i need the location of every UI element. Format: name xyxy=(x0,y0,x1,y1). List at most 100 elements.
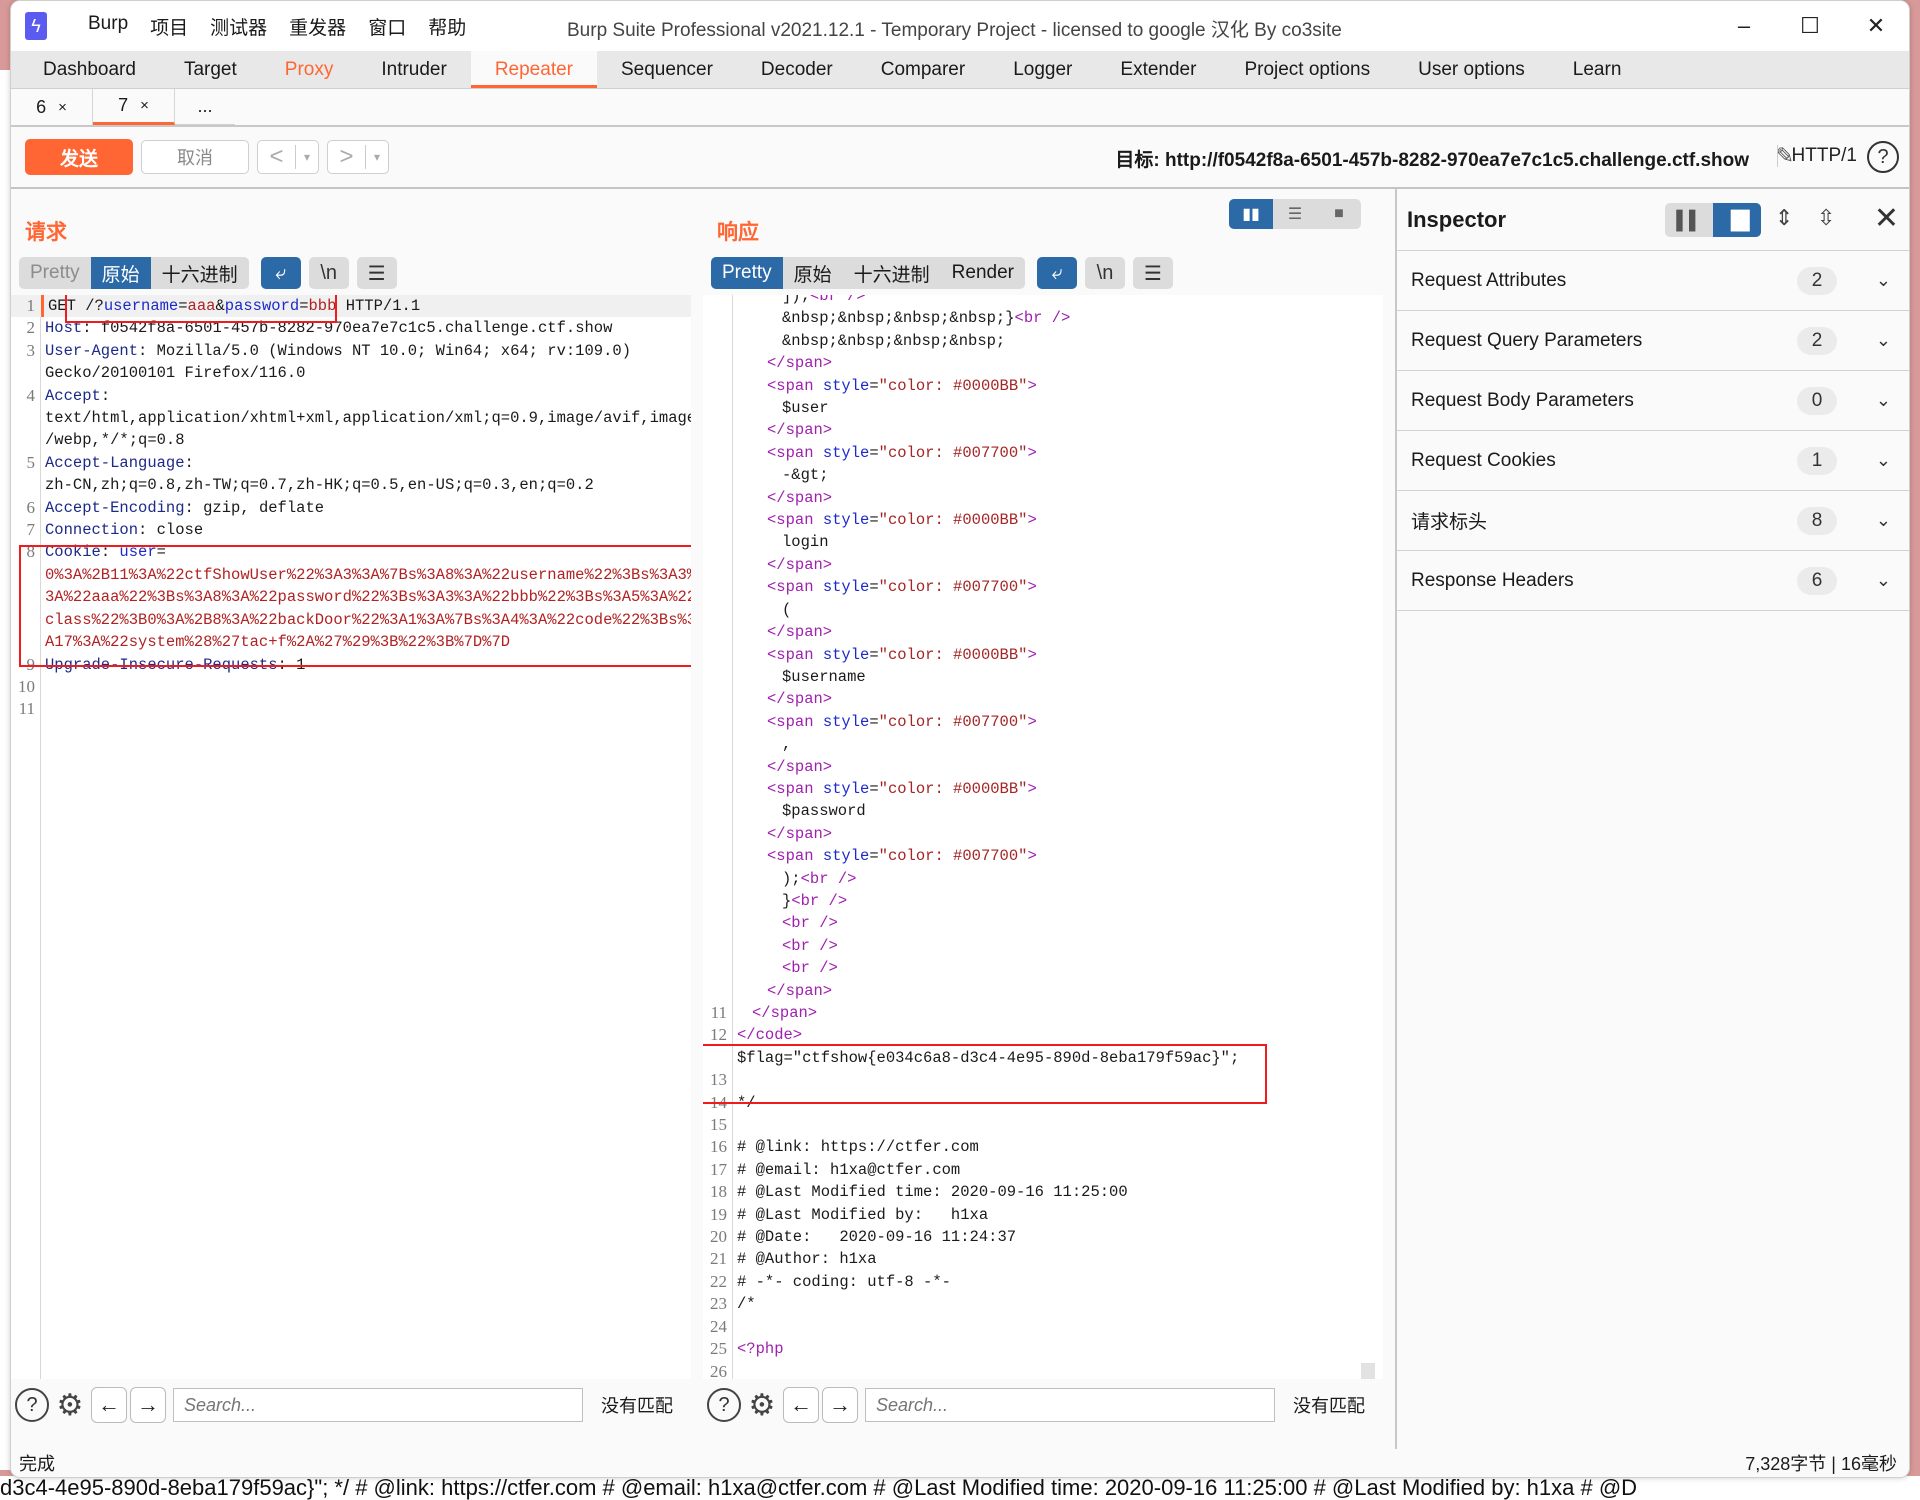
collapse-all-icon[interactable]: ⇳ xyxy=(1817,205,1835,231)
http-version-toggle[interactable]: HTTP/1 xyxy=(1776,145,1857,167)
chevron-down-icon[interactable]: ⌄ xyxy=(1876,390,1891,411)
newline-icon[interactable]: \n xyxy=(308,257,349,289)
minimize-button[interactable]: – xyxy=(1711,1,1777,51)
close-button[interactable]: ✕ xyxy=(1843,1,1909,51)
response-lines[interactable]: ]);<br /> &nbsp;&nbsp;&nbsp;&nbsp;}<br />… xyxy=(703,295,1383,1379)
tab-intruder[interactable]: Intruder xyxy=(357,51,470,88)
inspector-split-handle[interactable]: ⋮ xyxy=(1389,805,1403,829)
menu-item[interactable]: 测试器 xyxy=(199,13,278,40)
repeater-tab[interactable]: ... xyxy=(175,89,235,125)
tab-repeater[interactable]: Repeater xyxy=(470,51,598,88)
menu-item[interactable]: 窗口 xyxy=(357,13,417,40)
send-button[interactable]: 发送 xyxy=(25,139,133,175)
request-search-input[interactable] xyxy=(173,1388,583,1422)
code-line: <span style="color: #0000BB"> xyxy=(703,778,1383,800)
inspector-section[interactable]: Request Cookies 1 ⌄ xyxy=(1397,431,1909,491)
chevron-down-icon[interactable]: ⌄ xyxy=(1876,270,1891,291)
history-forward-button[interactable]: > ▾ xyxy=(327,140,389,174)
menu-item[interactable]: 重发器 xyxy=(278,13,357,40)
tab-learn[interactable]: Learn xyxy=(1549,51,1646,88)
close-icon[interactable]: ✕ xyxy=(1874,201,1899,236)
help-icon[interactable]: ? xyxy=(15,1388,49,1422)
pane-split-handle[interactable]: ⋮ xyxy=(697,805,711,829)
cancel-button[interactable]: 取消 xyxy=(141,140,249,174)
code-token: -&gt; xyxy=(782,466,829,485)
tab-dashboard[interactable]: Dashboard xyxy=(19,51,160,88)
view-tab[interactable]: Pretty xyxy=(19,257,91,289)
response-scrollbar[interactable] xyxy=(1361,1363,1375,1379)
menu-item[interactable]: 帮助 xyxy=(417,13,477,40)
tab-decoder[interactable]: Decoder xyxy=(737,51,857,88)
code-line: 19 # @Last Modified by: h1xa xyxy=(703,1204,1383,1226)
gear-icon[interactable]: ⚙ xyxy=(745,1388,779,1422)
response-search-input[interactable] xyxy=(865,1388,1275,1422)
tab-extender[interactable]: Extender xyxy=(1096,51,1220,88)
chevron-down-icon[interactable]: ⌄ xyxy=(1876,330,1891,351)
repeater-tab[interactable]: 6 × xyxy=(11,89,93,125)
chevron-down-icon[interactable]: ⌄ xyxy=(1876,570,1891,591)
menu-item[interactable]: Burp xyxy=(77,13,139,40)
single-pane-icon[interactable]: ■ xyxy=(1317,199,1361,229)
tab-logger[interactable]: Logger xyxy=(989,51,1096,88)
repeater-tab[interactable]: 7 × xyxy=(93,89,175,125)
help-icon[interactable]: ? xyxy=(707,1388,741,1422)
request-lines[interactable]: 1 GET /?username=aaa&password=bbb HTTP/1.… xyxy=(11,295,691,721)
history-back-button[interactable]: < ▾ xyxy=(257,140,319,174)
inspector-section[interactable]: Response Headers 6 ⌄ xyxy=(1397,551,1909,611)
code-line: <br /> xyxy=(703,957,1383,979)
line-text: Accept: xyxy=(41,385,691,407)
close-tab-icon[interactable]: × xyxy=(58,99,67,116)
dropdown-arrow-icon[interactable]: ▾ xyxy=(296,150,318,164)
menu-item[interactable]: 项目 xyxy=(139,13,199,40)
inspector-section[interactable]: Request Body Parameters 0 ⌄ xyxy=(1397,371,1909,431)
tab-sequencer[interactable]: Sequencer xyxy=(597,51,737,88)
menu-icon[interactable]: ☰ xyxy=(356,257,397,289)
view-tab[interactable]: 原始 xyxy=(90,257,151,289)
chevron-left-icon[interactable]: < xyxy=(258,145,296,169)
search-prev-arrow-icon[interactable]: ← xyxy=(783,1387,819,1423)
view-tab[interactable]: 十六进制 xyxy=(151,257,249,289)
gear-icon[interactable]: ⚙ xyxy=(53,1388,87,1422)
help-icon[interactable]: ? xyxy=(1867,141,1899,173)
chevron-down-icon[interactable]: ⌄ xyxy=(1876,510,1891,531)
line-number xyxy=(703,980,733,1002)
code-line: </span> xyxy=(703,419,1383,441)
inspector-section[interactable]: 请求标头 8 ⌄ xyxy=(1397,491,1909,551)
search-next-arrow-icon[interactable]: → xyxy=(822,1387,858,1423)
tab-user-options[interactable]: User options xyxy=(1394,51,1549,88)
dropdown-arrow-icon[interactable]: ▾ xyxy=(366,150,388,164)
request-editor[interactable]: 1 GET /?username=aaa&password=bbb HTTP/1.… xyxy=(11,295,691,1379)
view-tab[interactable]: 十六进制 xyxy=(843,257,941,289)
tab-target[interactable]: Target xyxy=(160,51,261,88)
menu-icon[interactable]: ☰ xyxy=(1132,257,1173,289)
search-prev-arrow-icon[interactable]: ← xyxy=(91,1387,127,1423)
search-next-arrow-icon[interactable]: → xyxy=(130,1387,166,1423)
line-text: </span> xyxy=(733,823,1383,845)
tab-comparer[interactable]: Comparer xyxy=(857,51,989,88)
word-wrap-icon[interactable]: ⤶ xyxy=(1036,257,1077,289)
tab-proxy[interactable]: Proxy xyxy=(261,51,358,88)
tab-project-options[interactable]: Project options xyxy=(1220,51,1394,88)
split-horizontal-icon[interactable]: ▮▮ xyxy=(1229,199,1273,229)
word-wrap-icon[interactable]: ⤶ xyxy=(260,257,301,289)
newline-icon[interactable]: \n xyxy=(1084,257,1125,289)
line-text xyxy=(41,698,691,720)
response-editor[interactable]: ]);<br /> &nbsp;&nbsp;&nbsp;&nbsp;}<br />… xyxy=(703,295,1383,1379)
inspector-section[interactable]: Request Attributes 2 ⌄ xyxy=(1397,251,1909,311)
inspector-section[interactable]: Request Query Parameters 2 ⌄ xyxy=(1397,311,1909,371)
close-tab-icon[interactable]: × xyxy=(140,97,149,114)
maximize-button[interactable]: ☐ xyxy=(1777,1,1843,51)
dock-left-icon[interactable]: ▌▌ xyxy=(1665,203,1713,237)
expand-all-icon[interactable]: ⇕ xyxy=(1775,205,1793,231)
view-tab[interactable]: Pretty xyxy=(711,257,783,289)
chevron-down-icon[interactable]: ⌄ xyxy=(1876,450,1891,471)
window-title: Burp Suite Professional v2021.12.1 - Tem… xyxy=(567,20,1342,41)
chevron-right-icon[interactable]: > xyxy=(328,145,366,169)
code-token: user xyxy=(119,543,157,562)
view-tab[interactable]: Render xyxy=(941,257,1025,289)
code-token: style xyxy=(822,511,870,530)
dock-right-icon[interactable]: ▐█ xyxy=(1713,203,1761,237)
inspector-section-label: Request Attributes xyxy=(1411,269,1567,291)
view-tab[interactable]: 原始 xyxy=(783,257,843,289)
split-vertical-icon[interactable]: ☰ xyxy=(1273,199,1317,229)
